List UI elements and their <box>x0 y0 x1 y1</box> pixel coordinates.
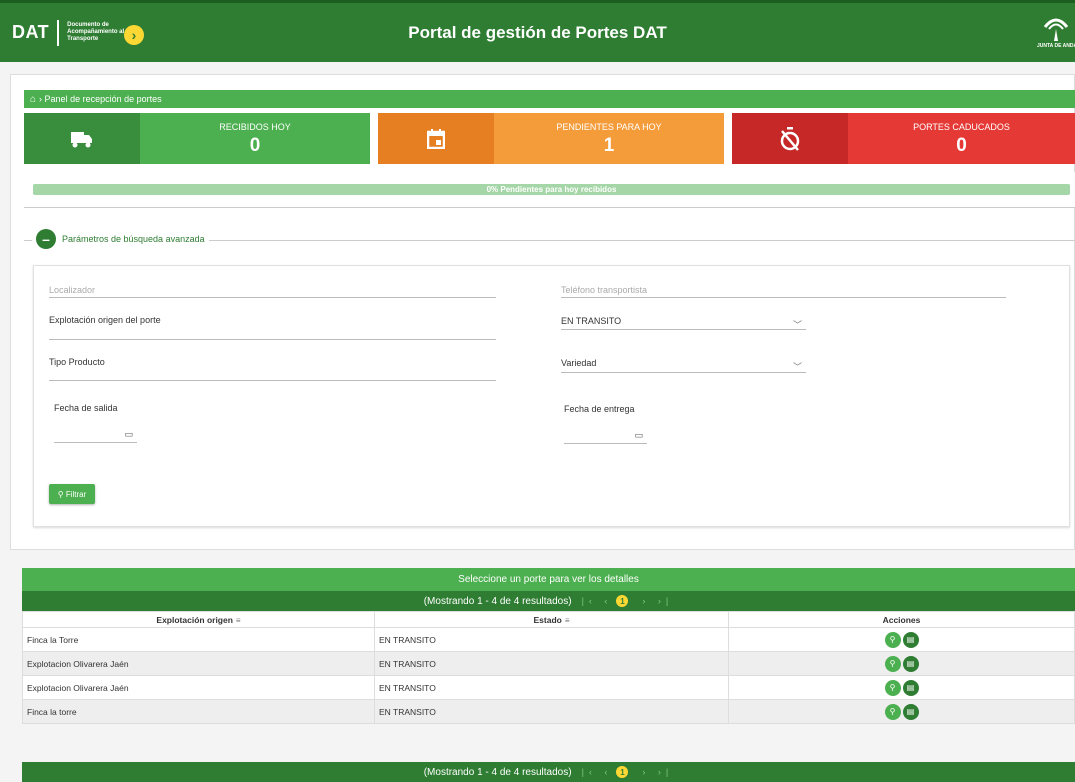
telefono-input[interactable]: Teléfono transportista <box>561 285 1006 298</box>
stat-label: RECIBIDOS HOY <box>219 122 291 132</box>
junta-logo: JUNTA DE ANDALUCÍA <box>1037 13 1075 59</box>
stat-value: 0 <box>956 135 967 156</box>
print-button[interactable]: ▤ <box>902 631 919 648</box>
view-details-button[interactable]: ⚲ <box>884 679 901 696</box>
localizador-placeholder: Localizador <box>49 285 96 295</box>
cell-explotacion: Explotacion Olivarera Jaén <box>22 651 375 676</box>
progress-card: 0% Pendientes para hoy recibidos <box>24 172 1075 208</box>
top-bar: DAT Documento de Acompañamiento al Trans… <box>0 0 1075 62</box>
stat-label: PORTES CADUCADOS <box>913 122 1010 132</box>
stat-card-caducados[interactable]: PORTES CADUCADOS 0 <box>732 113 1075 164</box>
next-last-icon[interactable]: › ›| <box>642 767 673 777</box>
table-row[interactable]: Finca la torre EN TRANSITO ⚲ ▤ <box>22 699 1075 724</box>
cell-explotacion: Finca la Torre <box>22 627 375 652</box>
breadcrumb-current: Panel de recepción de portes <box>44 94 162 104</box>
pager-top: (Mostrando 1 - 4 de 4 resultados) |‹ ‹ 1… <box>22 591 1075 611</box>
cell-estado: EN TRANSITO <box>374 675 729 700</box>
stat-value: 1 <box>603 135 615 156</box>
cell-explotacion: Explotacion Olivarera Jaén <box>22 675 375 700</box>
fecha-salida-label: Fecha de salida <box>54 403 118 413</box>
table-title: Seleccione un porte para ver los detalle… <box>22 568 1075 591</box>
explotacion-select[interactable]: Explotación origen del porte <box>49 315 496 340</box>
table-row[interactable]: Explotacion Olivarera Jaén EN TRANSITO ⚲… <box>22 675 1075 700</box>
dat-logo[interactable]: DAT Documento de Acompañamiento al Trans… <box>0 3 131 62</box>
column-header-estado[interactable]: Estado ≡ <box>374 611 729 628</box>
tipo-producto-placeholder: Tipo Producto <box>49 357 105 367</box>
next-last-icon[interactable]: › ›| <box>642 596 673 606</box>
sort-icon: ≡ <box>235 615 241 625</box>
print-button[interactable]: ▤ <box>902 655 919 672</box>
page-title: Portal de gestión de Portes DAT <box>408 23 667 42</box>
column-header-explotacion[interactable]: Explotación origen ≡ <box>22 611 375 628</box>
pager-text: (Mostrando 1 - 4 de 4 resultados) <box>423 766 572 778</box>
junta-emblem-icon <box>1043 18 1069 41</box>
variedad-placeholder: Variedad <box>561 358 597 368</box>
logo-text: DAT <box>12 22 50 42</box>
cell-estado: EN TRANSITO <box>374 699 729 724</box>
fecha-entrega-input[interactable]: ▭ <box>564 430 647 444</box>
fecha-salida-input[interactable]: ▭ <box>54 429 137 443</box>
first-prev-icon[interactable]: |‹ ‹ <box>582 767 613 777</box>
filter-button-label: Filtrar <box>65 489 87 499</box>
progress-bar: 0% Pendientes para hoy recibidos <box>33 184 1070 195</box>
tipo-producto-select[interactable]: Tipo Producto <box>49 357 496 381</box>
table-row[interactable]: Finca la Torre EN TRANSITO ⚲ ▤ <box>22 627 1075 652</box>
search-form <box>33 265 1070 527</box>
variedad-select[interactable]: Variedad ﹀ <box>561 358 806 373</box>
view-details-button[interactable]: ⚲ <box>884 631 901 648</box>
calendar-icon[interactable]: ▭ <box>634 430 643 441</box>
sort-icon: ≡ <box>564 615 570 625</box>
junta-text: JUNTA DE ANDALUCÍA <box>1037 43 1075 49</box>
portes-table: Explotación origen ≡ Estado ≡ Acciones Fin… <box>22 611 1075 724</box>
stat-label: PENDIENTES PARA HOY <box>556 122 662 132</box>
search-legend-label: Parámetros de búsqueda avanzada <box>62 234 205 244</box>
print-button[interactable]: ▤ <box>902 679 919 696</box>
stat-card-pendientes[interactable]: PENDIENTES PARA HOY 1 <box>378 113 724 164</box>
timer-off-icon <box>732 113 848 164</box>
localizador-input[interactable]: Localizador <box>49 285 496 298</box>
estado-select[interactable]: EN TRANSITO ﹀ <box>561 316 806 330</box>
view-details-button[interactable]: ⚲ <box>884 703 901 720</box>
cell-estado: EN TRANSITO <box>374 651 729 676</box>
search-icon: ⚲ <box>57 489 66 499</box>
breadcrumb: ⌂ › Panel de recepción de portes <box>24 90 1075 108</box>
home-icon[interactable]: ⌂ <box>30 94 36 105</box>
cell-estado: EN TRANSITO <box>374 627 729 652</box>
page-button[interactable]: 1 <box>616 595 629 607</box>
logo-subtitle: Documento de Acompañamiento al Transport… <box>67 22 125 42</box>
stat-value: 0 <box>249 135 261 156</box>
page-button[interactable]: 1 <box>616 766 629 778</box>
estado-value: EN TRANSITO <box>561 316 622 326</box>
calendar-icon <box>378 113 494 164</box>
pager-bottom: (Mostrando 1 - 4 de 4 resultados) |‹ ‹ 1… <box>22 762 1075 782</box>
view-details-button[interactable]: ⚲ <box>884 655 901 672</box>
table-row[interactable]: Explotacion Olivarera Jaén EN TRANSITO ⚲… <box>22 651 1075 676</box>
fecha-entrega-label: Fecha de entrega <box>564 404 635 414</box>
first-prev-icon[interactable]: |‹ ‹ <box>582 596 613 606</box>
stat-card-recibidos[interactable]: RECIBIDOS HOY 0 <box>24 113 370 164</box>
truck-icon <box>24 113 140 164</box>
search-legend[interactable]: – Parámetros de búsqueda avanzada <box>32 229 209 249</box>
collapse-icon[interactable]: – <box>36 229 56 249</box>
pager-text: (Mostrando 1 - 4 de 4 resultados) <box>423 595 572 607</box>
telefono-placeholder: Teléfono transportista <box>561 285 648 295</box>
cell-explotacion: Finca la torre <box>22 699 375 724</box>
calendar-icon[interactable]: ▭ <box>124 429 133 440</box>
logo-separator <box>57 19 60 46</box>
menu-toggle-button[interactable]: › <box>124 25 144 45</box>
filter-button[interactable]: ⚲ Filtrar <box>49 484 95 504</box>
column-header-acciones: Acciones <box>728 611 1075 628</box>
explotacion-placeholder: Explotación origen del porte <box>49 315 161 325</box>
print-button[interactable]: ▤ <box>902 703 919 720</box>
